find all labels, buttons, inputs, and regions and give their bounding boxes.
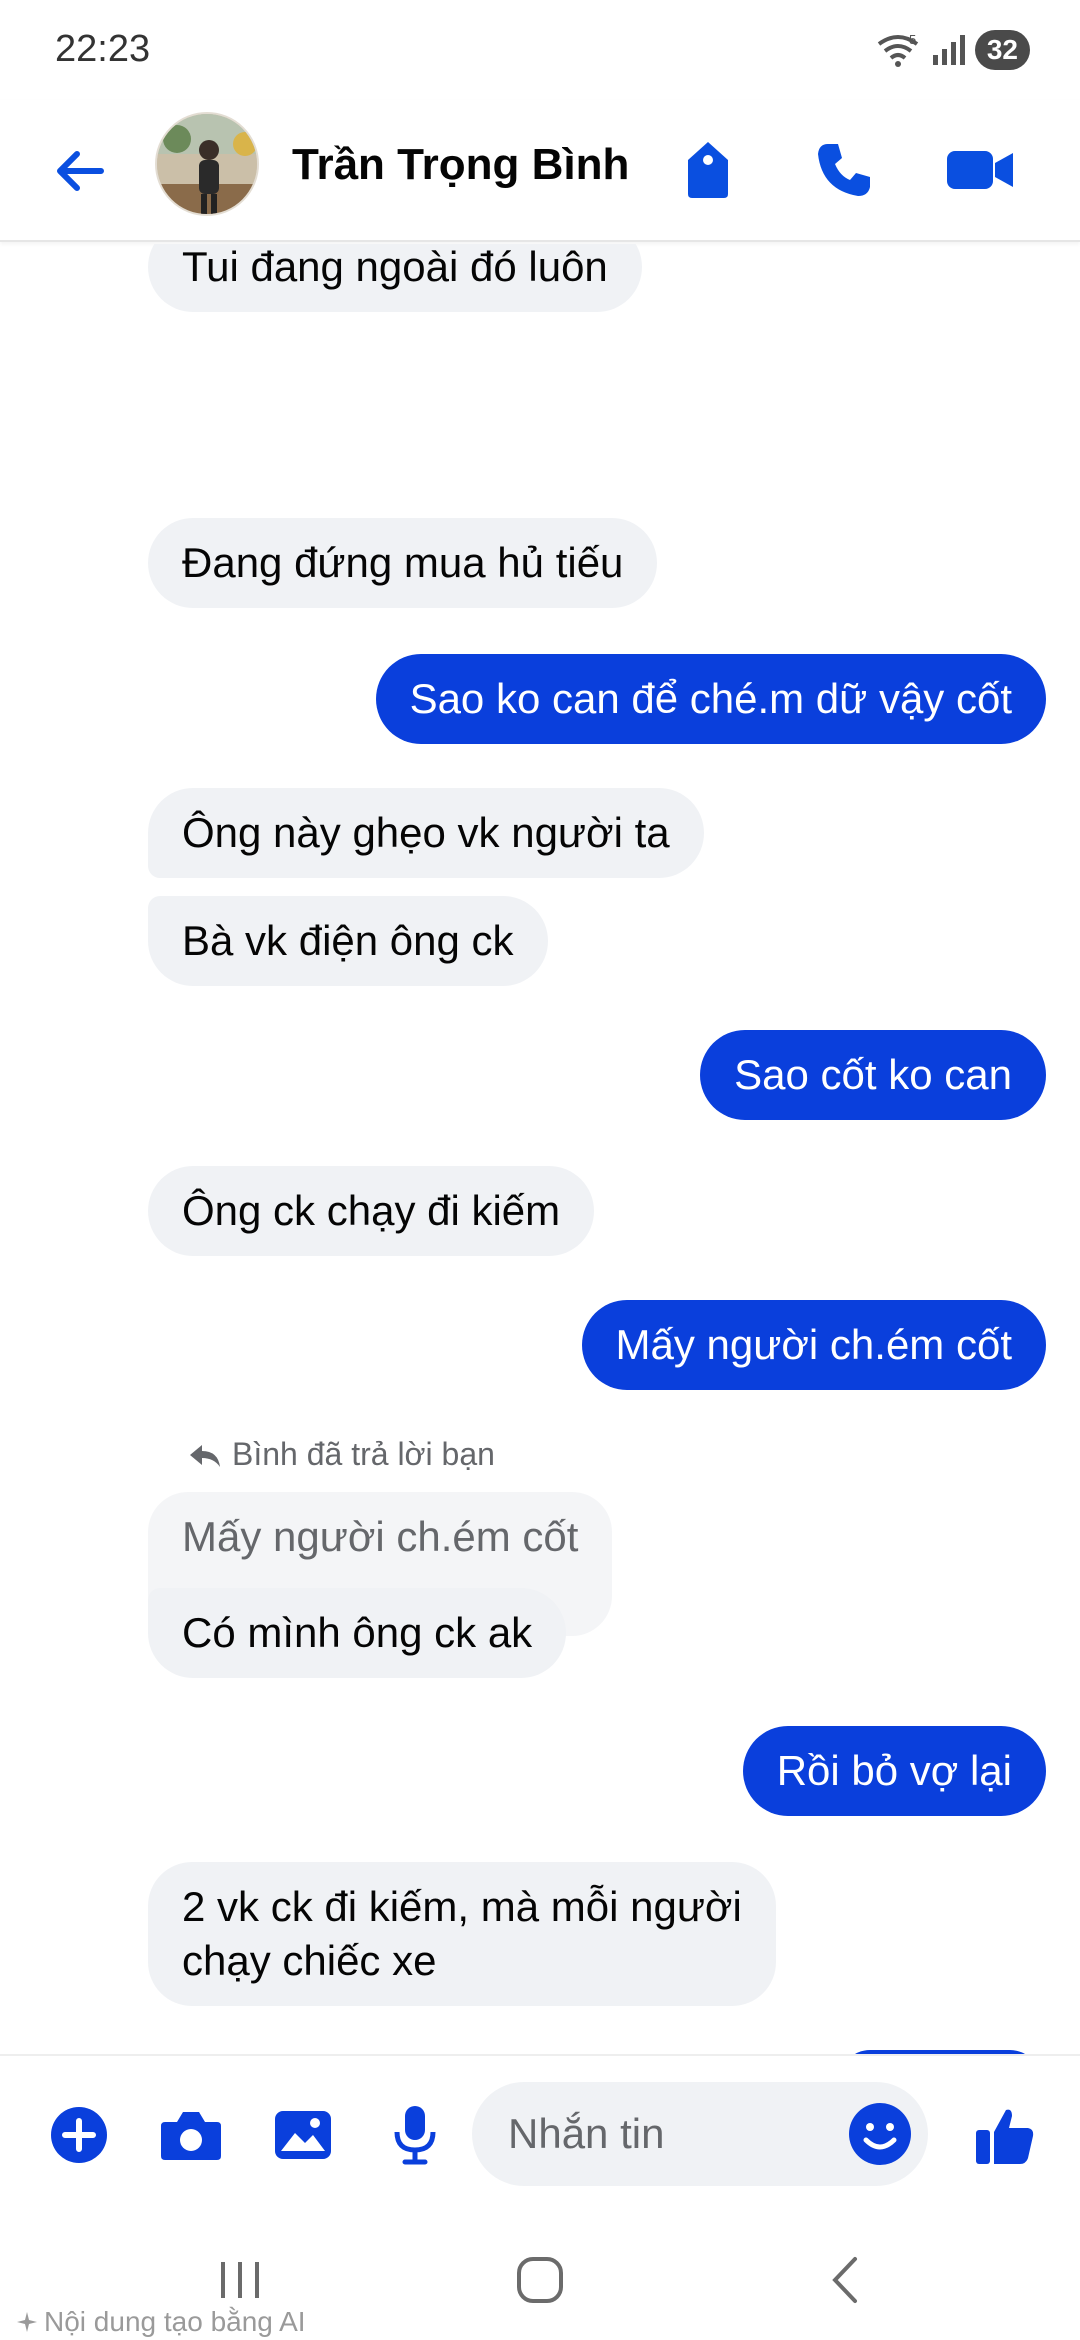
outgoing-message[interactable]: Rồi bỏ vợ lại bbox=[742, 1726, 1046, 1816]
voice-call-button[interactable] bbox=[804, 130, 884, 210]
tag-button[interactable] bbox=[668, 130, 748, 210]
plus-circle-icon bbox=[51, 2107, 107, 2163]
emoji-button[interactable] bbox=[846, 2100, 914, 2168]
incoming-message[interactable]: 2 vk ck đi kiếm, mà mỗi người chạy chiếc… bbox=[148, 1862, 776, 2006]
reply-label-text: Bình đã trả lời bạn bbox=[232, 1436, 495, 1472]
incoming-message[interactable]: Tui đang ngoài đó luôn bbox=[148, 244, 642, 312]
wifi-icon: 5 bbox=[877, 32, 919, 67]
tag-icon bbox=[688, 142, 728, 198]
incoming-message[interactable]: Bà vk điện ông ck bbox=[148, 896, 548, 986]
ai-content-note: Nội dung tạo bằng AI bbox=[16, 2306, 306, 2338]
outgoing-message[interactable]: Sao ko can để ché.m dữ vậy cốt bbox=[375, 654, 1046, 744]
back-chevron-icon bbox=[832, 2257, 857, 2303]
thumbs-up-icon bbox=[976, 2109, 1034, 2164]
home-button[interactable] bbox=[500, 2240, 580, 2320]
status-time: 22:23 bbox=[55, 28, 151, 70]
incoming-message[interactable]: Ông ck chạy đi kiếm bbox=[148, 1166, 595, 1256]
video-call-button[interactable] bbox=[940, 130, 1020, 210]
chat-header: Trần Trọng Bình bbox=[0, 100, 1080, 242]
system-nav-bar: Nội dung tạo bằng AI bbox=[0, 2210, 1080, 2340]
recent-apps-icon bbox=[221, 2262, 259, 2298]
system-back-button[interactable] bbox=[805, 2240, 885, 2320]
incoming-message[interactable]: Đang đứng mua hủ tiếu bbox=[148, 518, 658, 608]
video-call-icon bbox=[947, 151, 1013, 189]
camera-button[interactable] bbox=[156, 2100, 226, 2170]
like-button[interactable] bbox=[970, 2100, 1040, 2170]
voice-record-button[interactable] bbox=[380, 2100, 450, 2170]
reply-indicator: Bình đã trả lời bạn bbox=[188, 1436, 495, 1473]
home-icon bbox=[517, 2257, 563, 2303]
message-line: chạy chiếc xe bbox=[182, 1937, 437, 1984]
status-bar: 22:23 5 32 bbox=[0, 0, 1080, 100]
emoji-icon bbox=[849, 2103, 911, 2165]
avatar-photo bbox=[157, 114, 257, 214]
outgoing-message[interactable]: Mấy người ch.ém cốt bbox=[581, 1300, 1046, 1390]
incoming-message[interactable]: Ông này ghẹo vk người ta bbox=[148, 788, 704, 878]
network-badge: 5 bbox=[909, 32, 916, 47]
camera-icon bbox=[161, 2112, 221, 2160]
microphone-icon bbox=[394, 2106, 436, 2165]
signal-icon bbox=[932, 35, 965, 65]
back-button[interactable] bbox=[45, 136, 115, 206]
outgoing-message[interactable]: Sao cốt ko can bbox=[700, 1030, 1046, 1120]
ai-sparkle-icon bbox=[17, 2312, 37, 2332]
message-list[interactable]: Tui đang ngoài đó luôn Đang đứng mua hủ … bbox=[0, 244, 1080, 2054]
reply-arrow-icon bbox=[190, 1444, 220, 1467]
message-line: 2 vk ck đi kiếm, mà mỗi người bbox=[182, 1883, 742, 1930]
more-actions-button[interactable] bbox=[44, 2100, 114, 2170]
battery-indicator: 32 bbox=[974, 30, 1030, 70]
gallery-button[interactable] bbox=[268, 2100, 338, 2170]
incoming-message[interactable]: Có mình ông ck ak bbox=[148, 1588, 567, 1678]
back-arrow-icon bbox=[57, 151, 104, 191]
image-icon bbox=[275, 2111, 331, 2159]
ai-note-text: Nội dung tạo bằng AI bbox=[44, 2306, 306, 2337]
avatar[interactable] bbox=[155, 112, 259, 216]
status-icons: 5 32 bbox=[875, 30, 1030, 70]
composer-bar bbox=[0, 2054, 1080, 2210]
contact-name[interactable]: Trần Trọng Bình bbox=[292, 140, 629, 190]
phone-icon bbox=[818, 144, 870, 196]
